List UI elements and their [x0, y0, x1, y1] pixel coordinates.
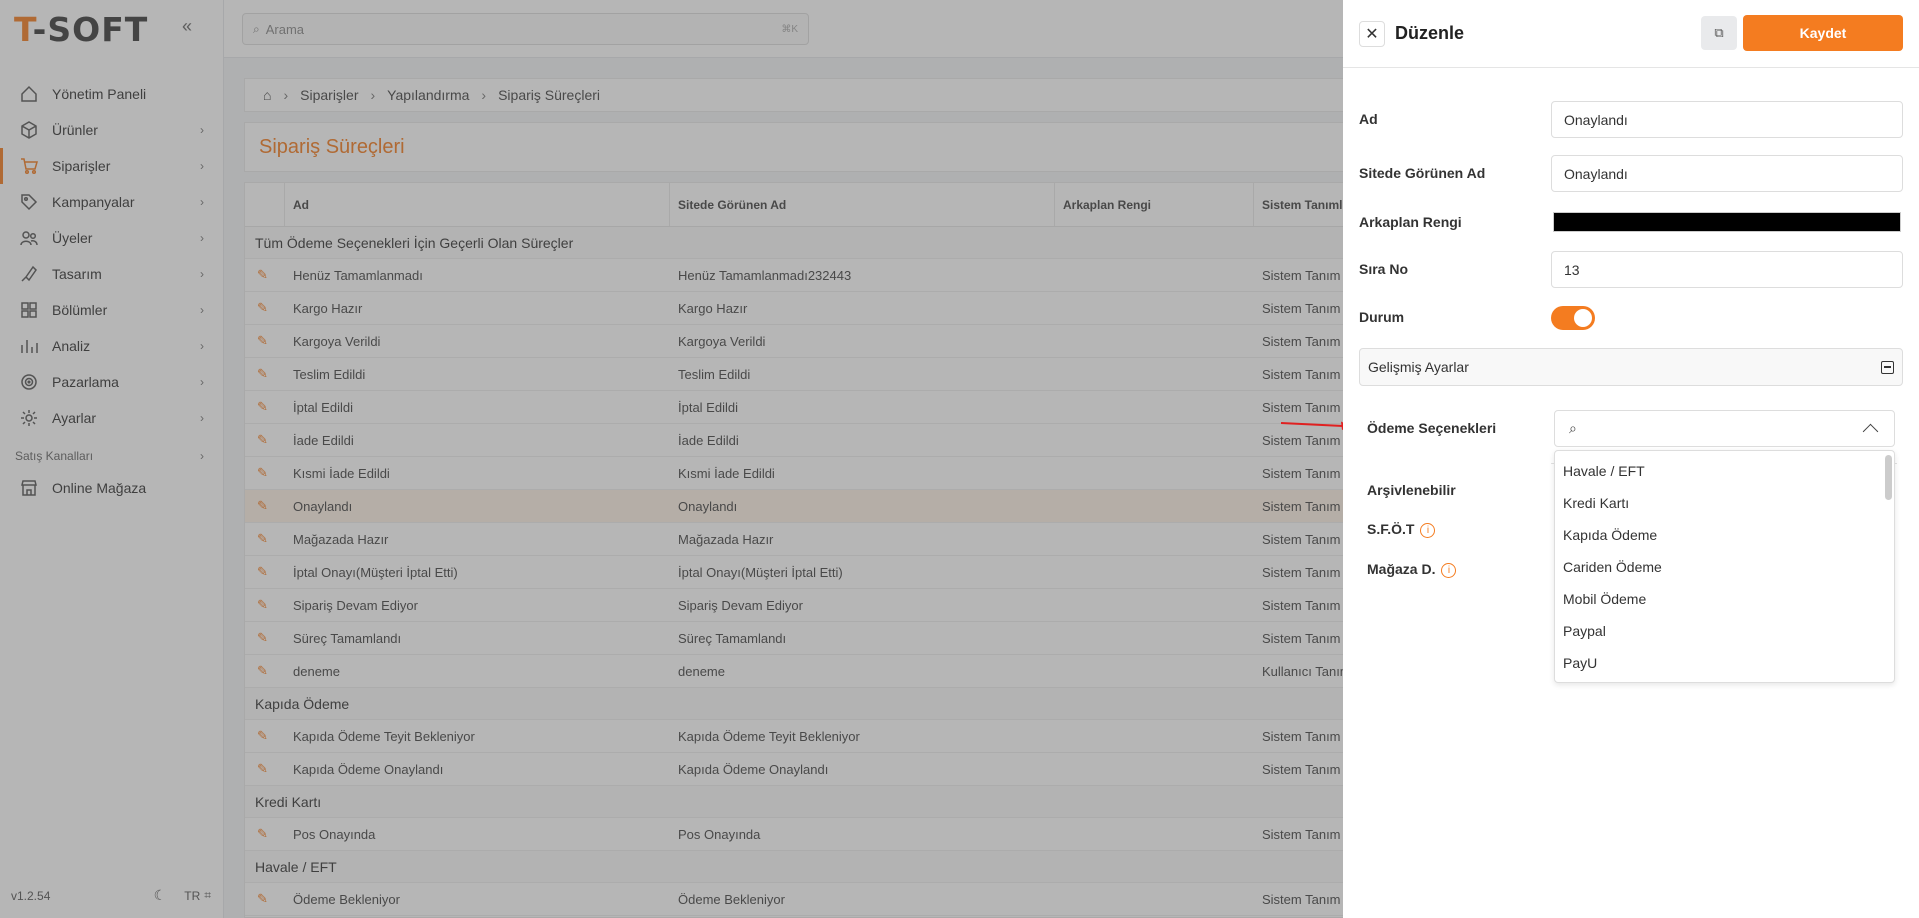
payment-option[interactable]: Havale / EFT: [1555, 455, 1894, 487]
info-icon[interactable]: i: [1441, 562, 1457, 578]
close-icon: ✕: [1365, 25, 1379, 43]
payment-option[interactable]: PayU: [1555, 647, 1894, 679]
payment-option[interactable]: Mobil Ödeme: [1555, 583, 1894, 615]
order-no-field[interactable]: 13: [1551, 251, 1903, 288]
drawer-header: ✕ Düzenle ⧉ Kaydet: [1343, 0, 1919, 68]
advanced-settings-panel[interactable]: Gelişmiş Ayarlar: [1359, 348, 1903, 386]
save-button[interactable]: Kaydet: [1743, 15, 1903, 51]
close-button[interactable]: ✕: [1359, 20, 1385, 47]
store-label: Mağaza D. i: [1367, 561, 1457, 578]
name-label: Ad: [1359, 111, 1378, 127]
edit-drawer: ✕ Düzenle ⧉ Kaydet Ad Onaylandı Sitede G…: [1343, 0, 1919, 918]
bg-color-picker[interactable]: [1553, 212, 1901, 232]
drawer-title: Düzenle: [1395, 23, 1465, 43]
copy-icon: ⧉: [1714, 25, 1724, 40]
search-icon: ⌕: [1569, 420, 1577, 436]
annotation-arrow-icon: [1281, 421, 1351, 430]
copy-button[interactable]: ⧉: [1701, 16, 1737, 50]
status-toggle[interactable]: [1551, 306, 1595, 330]
dropdown-scrollbar[interactable]: [1885, 455, 1892, 500]
payment-options-select[interactable]: ⌕: [1554, 410, 1895, 447]
payment-options-label: Ödeme Seçenekleri: [1367, 420, 1497, 436]
chevron-up-icon[interactable]: [1862, 423, 1879, 440]
payment-option[interactable]: Paypal: [1555, 615, 1894, 647]
payment-option[interactable]: Cariden Ödeme: [1555, 551, 1894, 583]
collapse-icon[interactable]: [1881, 360, 1894, 374]
order-no-label: Sıra No: [1359, 261, 1409, 277]
payment-option[interactable]: Kredi Kartı: [1555, 487, 1894, 519]
payment-option[interactable]: Kapıda Ödeme: [1555, 519, 1894, 551]
advanced-settings-label: Gelişmiş Ayarlar: [1368, 359, 1469, 375]
modal-overlay[interactable]: [0, 0, 1343, 918]
site-name-label: Sitede Görünen Ad: [1359, 165, 1486, 181]
sfot-text: S.F.Ö.T: [1367, 521, 1415, 537]
archivable-label: Arşivlenebilir: [1367, 482, 1456, 498]
site-name-field[interactable]: Onaylandı: [1551, 155, 1903, 192]
status-label: Durum: [1359, 309, 1405, 325]
name-field[interactable]: Onaylandı: [1551, 101, 1903, 138]
store-text: Mağaza D.: [1367, 561, 1436, 577]
bg-color-label: Arkaplan Rengi: [1359, 214, 1462, 230]
sfot-label: S.F.Ö.T i: [1367, 521, 1436, 538]
payment-options-dropdown: Havale / EFT Kredi Kartı Kapıda Ödeme Carid…: [1554, 450, 1895, 683]
info-icon[interactable]: i: [1420, 522, 1436, 538]
